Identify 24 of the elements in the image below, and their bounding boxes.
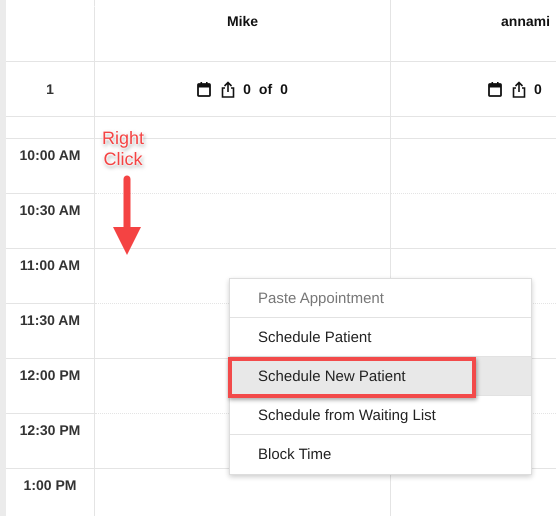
calendar-icon[interactable] [488, 82, 502, 96]
time-label: 11:30 AM [20, 312, 80, 328]
annotation-text: Right [102, 128, 144, 149]
time-label: 11:00 AM [20, 257, 80, 273]
menu-item[interactable]: Schedule Patient [230, 318, 531, 357]
time-label: 10:30 AM [20, 202, 80, 218]
calendar-icon[interactable] [197, 82, 212, 96]
arrow-icon [110, 175, 144, 257]
time-label: 12:00 PM [20, 367, 80, 383]
menu-item[interactable]: Block Time [230, 435, 531, 474]
share-icon[interactable] [512, 80, 526, 98]
count-text: 0 [534, 81, 542, 97]
column-header: Mike [226, 13, 258, 29]
column-header: annami [501, 13, 550, 29]
menu-item[interactable]: Schedule from Waiting List [230, 396, 531, 435]
time-label: 10:00 AM [20, 147, 80, 163]
of-text: of [258, 81, 272, 97]
annotation-text: Click [104, 149, 143, 170]
time-label: 1:00 PM [24, 477, 76, 493]
count-text: 0 [280, 81, 288, 97]
time-label: 12:30 PM [20, 422, 80, 438]
row-label: 1 [46, 81, 54, 97]
share-icon[interactable] [221, 80, 236, 98]
count-text: 0 [243, 81, 251, 97]
